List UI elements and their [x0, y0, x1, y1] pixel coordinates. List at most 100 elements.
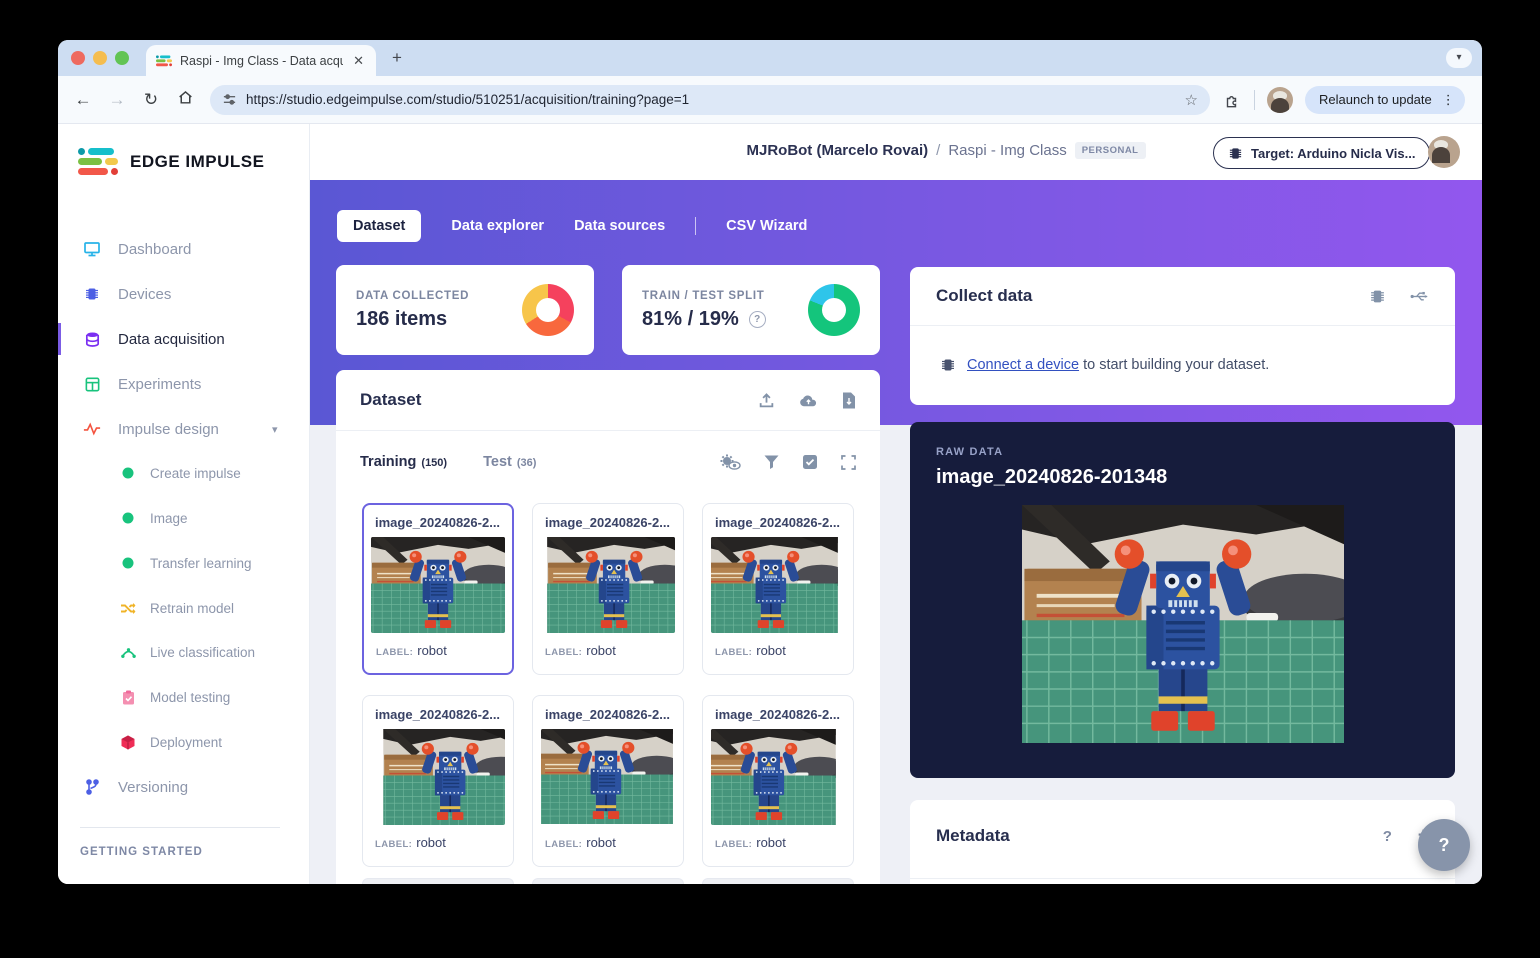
view-settings-icon[interactable]	[720, 454, 741, 470]
acquisition-tabs: Dataset Data explorer Data sources CSV W…	[337, 210, 807, 242]
tab-data-sources[interactable]: Data sources	[574, 218, 665, 234]
address-bar[interactable]: https://studio.edgeimpulse.com/studio/51…	[210, 85, 1210, 115]
sample-thumbnail	[541, 537, 675, 633]
sidebar-item-devices[interactable]: Devices	[58, 276, 309, 312]
sidebar-item-dashboard[interactable]: Dashboard	[58, 231, 309, 267]
sample-thumbnail	[711, 729, 845, 825]
sidebar-item-experiments[interactable]: Experiments	[58, 366, 309, 402]
breadcrumb: MJRoBot (Marcelo Rovai) / Raspi - Img Cl…	[626, 142, 1266, 159]
reload-icon[interactable]: ↻	[134, 90, 168, 110]
sample-label-row: LABEL: robot	[533, 825, 683, 860]
training-segment[interactable]: Training (150)	[360, 454, 447, 470]
sample-label-row: LABEL: robot	[364, 633, 512, 668]
chevron-down-icon[interactable]: ▾	[272, 423, 278, 436]
help-fab-button[interactable]: ?	[1418, 819, 1470, 871]
sample-label-value: robot	[417, 643, 447, 658]
metadata-panel: Metadata ? +	[910, 800, 1455, 884]
versioning-icon	[82, 777, 102, 797]
tab-title: Raspi - Img Class - Data acqu	[180, 54, 343, 68]
relaunch-to-update-button[interactable]: Relaunch to update ⋮	[1305, 86, 1465, 114]
sidebar-item-transfer-learning[interactable]: Transfer learning	[58, 545, 309, 581]
zoom-window-button[interactable]	[115, 51, 129, 65]
tab-close-icon[interactable]: ✕	[351, 53, 366, 69]
expand-icon[interactable]	[841, 455, 856, 470]
relaunch-label: Relaunch to update	[1319, 92, 1432, 107]
sidebar-item-impulse-design[interactable]: Impulse design ▾	[58, 411, 309, 447]
extensions-icon[interactable]	[1224, 91, 1242, 109]
collect-data-panel: Collect data Connect a device to start b…	[910, 267, 1455, 405]
site-settings-icon[interactable]	[222, 92, 237, 107]
edge-impulse-logo-text: EDGE IMPULSE	[130, 152, 264, 172]
filter-icon[interactable]	[764, 455, 779, 470]
breadcrumb-separator: /	[936, 142, 940, 159]
breadcrumb-owner[interactable]: MJRoBot (Marcelo Rovai)	[746, 142, 928, 159]
sample-card[interactable]: image_20240826-2... LABEL: robot	[532, 695, 684, 867]
usb-icon[interactable]	[1410, 290, 1429, 303]
sidebar-item-model-testing[interactable]: Model testing	[58, 679, 309, 715]
personal-badge: PERSONAL	[1075, 142, 1146, 159]
browser-profile-avatar[interactable]	[1267, 87, 1293, 113]
sample-label-row: LABEL: robot	[703, 825, 853, 860]
sidebar-item-create-impulse[interactable]: Create impulse	[58, 455, 309, 491]
connect-device-icon[interactable]	[1369, 288, 1386, 305]
close-window-button[interactable]	[71, 51, 85, 65]
export-file-icon[interactable]	[842, 392, 856, 409]
tab-dataset[interactable]: Dataset	[337, 210, 421, 242]
user-avatar[interactable]	[1428, 136, 1460, 168]
sample-label-value: robot	[756, 835, 786, 850]
data-collected-card: DATA COLLECTED 186 items	[336, 265, 594, 355]
tab-csv-wizard[interactable]: CSV Wizard	[726, 218, 807, 234]
main-content: Dataset Data explorer Data sources CSV W…	[310, 180, 1482, 884]
edge-impulse-logo-icon	[78, 148, 118, 176]
browser-tab[interactable]: Raspi - Img Class - Data acqu ✕	[146, 45, 376, 76]
tab-data-explorer[interactable]: Data explorer	[451, 218, 544, 234]
sample-label-value: robot	[416, 835, 446, 850]
sidebar-item-image[interactable]: Image	[58, 500, 309, 536]
sample-card[interactable]: image_20240826-2... LABEL: robot	[532, 503, 684, 675]
bookmark-star-icon[interactable]: ☆	[1185, 91, 1198, 109]
sidebar-divider	[80, 827, 280, 828]
new-tab-button[interactable]: +	[392, 48, 402, 68]
sample-name: image_20240826-2...	[703, 504, 853, 537]
forward-icon[interactable]: →	[100, 90, 134, 110]
split-help-icon[interactable]: ?	[749, 311, 766, 328]
data-collected-label: DATA COLLECTED	[356, 290, 469, 302]
select-all-checkbox-icon[interactable]	[802, 454, 818, 470]
sample-label-row: LABEL: robot	[703, 633, 853, 668]
breadcrumb-project[interactable]: Raspi - Img Class	[948, 142, 1066, 159]
sample-card[interactable]: image_20240826-2... LABEL: robot	[362, 695, 514, 867]
sample-card[interactable]: image_20240826-2... LABEL: robot	[702, 503, 854, 675]
sample-label-value: robot	[586, 643, 616, 658]
connect-a-device-link[interactable]: Connect a device	[967, 357, 1079, 373]
split-value: 81% / 19%	[642, 308, 739, 331]
back-icon[interactable]: ←	[66, 90, 100, 110]
collect-data-title: Collect data	[936, 286, 1032, 306]
sample-thumbnail	[371, 537, 505, 633]
dataset-panel-title: Dataset	[360, 390, 421, 410]
experiments-icon	[82, 374, 102, 394]
cloud-upload-icon[interactable]	[799, 393, 818, 408]
sample-name: image_20240826-2...	[703, 696, 853, 729]
tab-search-chevron-icon[interactable]: ▾	[1446, 48, 1472, 68]
minimize-window-button[interactable]	[93, 51, 107, 65]
url-text[interactable]: https://studio.edgeimpulse.com/studio/51…	[246, 92, 1176, 107]
sidebar-item-data-acquisition[interactable]: Data acquisition	[58, 321, 309, 357]
metadata-help-icon[interactable]: ?	[1383, 828, 1392, 845]
sample-card[interactable]: image_20240826-2... LABEL: robot	[362, 503, 514, 675]
test-segment[interactable]: Test (36)	[483, 454, 536, 470]
sample-name: image_20240826-2...	[533, 696, 683, 729]
model-testing-icon	[120, 689, 136, 705]
target-device-button[interactable]: Target: Arduino Nicla Vis...	[1213, 137, 1430, 169]
browser-menu-icon[interactable]: ⋮	[1438, 92, 1459, 108]
upload-icon[interactable]	[758, 392, 775, 409]
sidebar-item-versioning[interactable]: Versioning	[58, 769, 309, 805]
sidebar-item-deployment[interactable]: Deployment	[58, 724, 309, 760]
app-header: MJRoBot (Marcelo Rovai) / Raspi - Img Cl…	[310, 124, 1482, 180]
sidebar-item-retrain-model[interactable]: Retrain model	[58, 590, 309, 626]
transfer-learning-dot-icon	[120, 555, 136, 571]
split-label: TRAIN / TEST SPLIT	[642, 290, 766, 302]
sidebar-item-live-classification[interactable]: Live classification	[58, 634, 309, 670]
home-icon[interactable]	[168, 89, 202, 111]
train-test-split-card: TRAIN / TEST SPLIT 81% / 19% ?	[622, 265, 880, 355]
sample-card[interactable]: image_20240826-2... LABEL: robot	[702, 695, 854, 867]
